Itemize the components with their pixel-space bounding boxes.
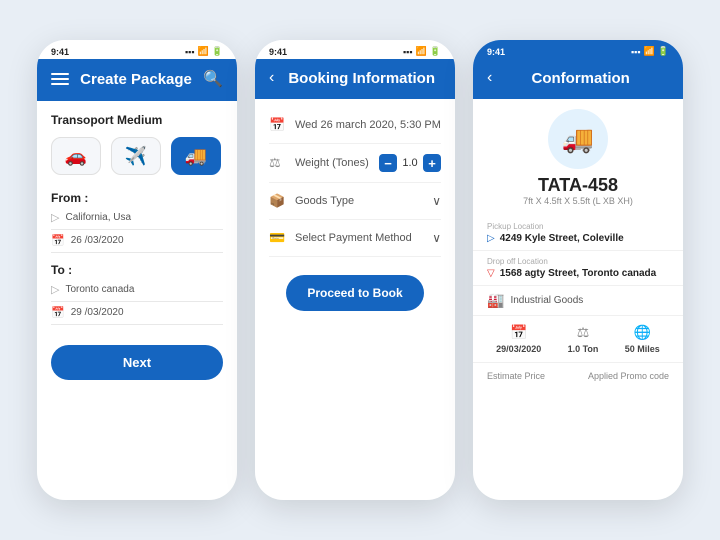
status-icons-1: ▪▪▪ 📶 🔋 (185, 46, 223, 57)
status-icons-3: ▪▪▪ 📶 🔋 (631, 46, 669, 57)
stat-distance-val: 50 Miles (625, 344, 660, 354)
vehicle-id: TATA-458 (473, 175, 683, 196)
phone-booking-info: 9:41 ▪▪▪ 📶 🔋 ‹ Booking Information 📅 Wed… (255, 40, 455, 500)
to-date-row: 📅 29 /03/2020 (51, 306, 223, 325)
payment-method-label: Select Payment Method (295, 232, 412, 244)
bottom-row: Estimate Price Applied Promo code (473, 363, 683, 387)
dropoff-address: 1568 agty Street, Toronto canada (500, 268, 657, 279)
from-label: From : (51, 191, 223, 205)
phone-create-package: 9:41 ▪▪▪ 📶 🔋 Create Package 🔍 Transoport… (37, 40, 237, 500)
pickup-address: 4249 Kyle Street, Coleville (500, 233, 624, 244)
phone-conformation: 9:41 ▪▪▪ 📶 🔋 ‹ Conformation 🚚 TATA-458 7… (473, 40, 683, 500)
transport-section-title: Transoport Medium (51, 113, 223, 127)
status-icons-2: ▪▪▪ 📶 🔋 (403, 46, 441, 57)
header-title-2: Booking Information (282, 70, 441, 87)
header-1: Create Package 🔍 (37, 59, 237, 101)
to-location-row: ▷ Toronto canada (51, 283, 223, 302)
transport-plane[interactable]: ✈️ (111, 137, 161, 175)
stat-distance-icon: 🌐 (634, 324, 651, 341)
stats-row: 📅 29/03/2020 ⚖ 1.0 Ton 🌐 50 Miles (473, 316, 683, 363)
payment-chevron-icon: ∨ (432, 231, 441, 245)
goods-icon: 📦 (269, 193, 287, 209)
status-bar-3: 9:41 ▪▪▪ 📶 🔋 (473, 40, 683, 59)
stat-date-icon: 📅 (510, 324, 527, 341)
transport-options: 🚗 ✈️ 🚚 (51, 137, 223, 175)
header-title-1: Create Package (77, 71, 195, 88)
from-location-text: California, Usa (65, 212, 131, 223)
from-group: From : ▷ California, Usa 📅 26 /03/2020 (51, 191, 223, 253)
goods-type-left: 📦 Goods Type (269, 193, 354, 209)
stat-weight-icon: ⚖ (577, 324, 590, 341)
payment-icon: 💳 (269, 230, 287, 246)
stat-distance: 🌐 50 Miles (625, 324, 660, 354)
back-icon-2[interactable]: ‹ (269, 69, 274, 87)
stat-weight-val: 1.0 Ton (568, 344, 599, 354)
stat-date-val: 29/03/2020 (496, 344, 541, 354)
calendar-icon-from: 📅 (51, 234, 65, 247)
weight-minus-button[interactable]: − (379, 154, 397, 172)
weight-control: − 1.0 + (379, 154, 441, 172)
calendar-icon-booking: 📅 (269, 117, 287, 133)
search-icon[interactable]: 🔍 (203, 69, 223, 89)
goods-chevron-icon: ∨ (432, 194, 441, 208)
to-label: To : (51, 263, 223, 277)
goods-type-label: Goods Type (295, 195, 354, 207)
location-icon-to: ▷ (51, 283, 59, 296)
payment-method-row[interactable]: 💳 Select Payment Method ∨ (269, 220, 441, 257)
goods-type-text: Industrial Goods (510, 295, 583, 306)
weight-label: Weight (Tones) (295, 157, 371, 169)
stat-weight: ⚖ 1.0 Ton (568, 324, 599, 354)
proceed-button[interactable]: Proceed to Book (286, 275, 424, 311)
calendar-icon-to: 📅 (51, 306, 65, 319)
status-bar-1: 9:41 ▪▪▪ 📶 🔋 (37, 40, 237, 59)
promo-code-label: Applied Promo code (588, 371, 669, 381)
pickup-location-icon: ▷ (487, 233, 495, 244)
truck-icon-circle: 🚚 (548, 109, 608, 169)
payment-method-left: 💳 Select Payment Method (269, 230, 412, 246)
datetime-text: Wed 26 march 2020, 5:30 PM (295, 119, 441, 131)
pickup-block: Pickup Location ▷ 4249 Kyle Street, Cole… (473, 216, 683, 251)
status-time-1: 9:41 (51, 47, 69, 57)
pickup-sublabel: Pickup Location (487, 222, 669, 231)
weight-plus-button[interactable]: + (423, 154, 441, 172)
dropoff-row: ▽ 1568 agty Street, Toronto canada (487, 268, 669, 279)
dropoff-block: Drop off Location ▽ 1568 agty Street, To… (473, 251, 683, 286)
vehicle-dims: 7ft X 4.5ft X 5.5ft (L XB XH) (473, 196, 683, 206)
weight-icon: ⚖ (269, 155, 287, 171)
stat-date: 📅 29/03/2020 (496, 324, 541, 354)
weight-row: ⚖ Weight (Tones) − 1.0 + (269, 144, 441, 183)
header-2: ‹ Booking Information (255, 59, 455, 99)
transport-car[interactable]: 🚗 (51, 137, 101, 175)
to-date-text: 29 /03/2020 (71, 307, 124, 318)
datetime-row: 📅 Wed 26 march 2020, 5:30 PM (269, 107, 441, 144)
weight-value: 1.0 (401, 157, 419, 169)
dropoff-location-icon: ▽ (487, 268, 495, 279)
transport-truck[interactable]: 🚚 (171, 137, 221, 175)
location-icon-from: ▷ (51, 211, 59, 224)
from-date-text: 26 /03/2020 (71, 235, 124, 246)
from-location-row: ▷ California, Usa (51, 211, 223, 230)
header-title-3: Conformation (492, 70, 669, 87)
pickup-row: ▷ 4249 Kyle Street, Coleville (487, 233, 669, 244)
to-group: To : ▷ Toronto canada 📅 29 /03/2020 (51, 263, 223, 325)
status-bar-2: 9:41 ▪▪▪ 📶 🔋 (255, 40, 455, 59)
from-date-row: 📅 26 /03/2020 (51, 234, 223, 253)
goods-type-row[interactable]: 📦 Goods Type ∨ (269, 183, 441, 220)
next-button[interactable]: Next (51, 345, 223, 380)
conf-header: ‹ Conformation (473, 59, 683, 99)
to-location-text: Toronto canada (65, 284, 134, 295)
menu-icon[interactable] (51, 73, 69, 85)
dropoff-sublabel: Drop off Location (487, 257, 669, 266)
goods-row: 🏭 Industrial Goods (473, 286, 683, 316)
status-time-2: 9:41 (269, 47, 287, 57)
goods-type-icon: 🏭 (487, 292, 504, 309)
status-time-3: 9:41 (487, 47, 505, 57)
estimate-price-label: Estimate Price (487, 371, 545, 381)
